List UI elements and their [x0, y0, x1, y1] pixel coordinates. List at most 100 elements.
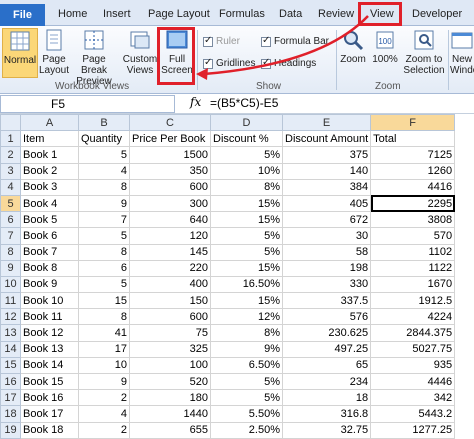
cell[interactable]: 8% — [210, 178, 283, 196]
row-header[interactable]: 13 — [0, 324, 21, 342]
cell[interactable]: 15 — [78, 292, 130, 310]
cell[interactable]: 15% — [210, 211, 283, 229]
cell[interactable]: 8 — [78, 243, 130, 261]
cell[interactable]: 15% — [210, 259, 283, 277]
cell[interactable]: 1500 — [129, 146, 211, 164]
cell[interactable]: 5% — [210, 227, 283, 245]
row-header[interactable]: 8 — [0, 243, 21, 261]
cell[interactable]: Discount % — [210, 130, 283, 148]
cell[interactable]: 5% — [210, 389, 283, 407]
cell[interactable]: 4446 — [370, 372, 456, 391]
cell[interactable]: Book 1 — [20, 146, 79, 164]
cell[interactable]: 220 — [129, 259, 211, 277]
cell[interactable]: 5.50% — [210, 405, 283, 423]
cell[interactable]: Total — [370, 130, 456, 148]
cell[interactable]: 5443.2 — [370, 405, 456, 423]
cell[interactable]: Book 5 — [20, 211, 79, 229]
cell[interactable]: 330 — [281, 275, 372, 294]
row-header[interactable]: 17 — [0, 389, 21, 407]
normal-view-button[interactable]: Normal — [2, 28, 38, 78]
row-header[interactable]: 10 — [0, 275, 21, 294]
column-header[interactable]: C — [129, 113, 211, 132]
tab-insert[interactable]: Insert — [103, 8, 131, 20]
zoom-to-selection-button[interactable]: Zoom to Selection — [403, 28, 445, 76]
cell[interactable]: 234 — [281, 372, 372, 391]
cell[interactable]: 2844.375 — [370, 324, 456, 342]
cell[interactable]: 9% — [210, 340, 283, 358]
cell[interactable]: Quantity — [78, 130, 130, 148]
row-header[interactable]: 9 — [0, 259, 21, 277]
cell[interactable]: Discount Amount — [281, 130, 372, 148]
cell[interactable]: 145 — [129, 243, 211, 261]
cell[interactable]: Book 13 — [20, 340, 79, 358]
cell[interactable]: 672 — [281, 211, 372, 229]
select-all-corner[interactable] — [0, 113, 21, 132]
page-layout-view-button[interactable]: Page Layout — [39, 28, 69, 76]
cell[interactable]: Item — [20, 130, 79, 148]
cell[interactable]: 230.625 — [281, 324, 372, 342]
cell[interactable]: Book 9 — [20, 275, 79, 294]
cell[interactable]: 41 — [78, 324, 130, 342]
cell[interactable]: 1440 — [129, 405, 211, 423]
cell[interactable]: 1670 — [370, 275, 456, 294]
tab-home[interactable]: Home — [58, 8, 87, 20]
cell[interactable]: 30 — [281, 227, 372, 245]
cell[interactable]: 350 — [129, 162, 211, 180]
cell[interactable]: Book 2 — [20, 162, 79, 180]
cell[interactable]: 32.75 — [281, 421, 372, 439]
cell[interactable]: 8% — [210, 324, 283, 342]
row-header[interactable]: 6 — [0, 211, 21, 229]
column-header[interactable]: E — [281, 113, 372, 132]
cell[interactable]: 316.8 — [281, 405, 372, 423]
cell[interactable]: 100 — [129, 356, 211, 375]
cell[interactable]: 2 — [78, 389, 130, 407]
row-header[interactable]: 12 — [0, 308, 21, 326]
row-header[interactable]: 14 — [0, 340, 21, 358]
row-header[interactable]: 1 — [0, 130, 21, 148]
cell[interactable]: 8 — [78, 308, 130, 326]
cell[interactable]: 5% — [210, 243, 283, 261]
tab-page-layout[interactable]: Page Layout — [148, 8, 210, 20]
cell[interactable]: 600 — [129, 308, 211, 326]
cell[interactable]: 4416 — [370, 178, 456, 196]
zoom-100-button[interactable]: 100 100% — [370, 28, 400, 65]
formula-bar-checkbox[interactable]: Formula Bar — [261, 35, 329, 47]
cell[interactable]: 7125 — [370, 146, 456, 164]
row-header[interactable]: 5 — [0, 194, 21, 213]
cell[interactable]: 375 — [281, 146, 372, 164]
cell[interactable]: 58 — [281, 243, 372, 261]
cell[interactable]: 5 — [78, 275, 130, 294]
cell[interactable]: 400 — [129, 275, 211, 294]
cell[interactable]: Book 15 — [20, 372, 79, 391]
cell[interactable]: 5 — [78, 227, 130, 245]
cell[interactable]: 5027.75 — [370, 340, 456, 358]
cell[interactable]: 4 — [78, 405, 130, 423]
cell[interactable]: 1102 — [370, 243, 456, 261]
cell[interactable]: 1912.5 — [370, 292, 456, 310]
cell[interactable]: 405 — [281, 194, 372, 213]
cell[interactable]: 1277.25 — [370, 421, 456, 439]
tab-data[interactable]: Data — [279, 8, 302, 20]
column-header[interactable]: D — [210, 113, 283, 132]
row-header[interactable]: 19 — [0, 421, 21, 439]
cell[interactable]: Book 4 — [20, 194, 79, 213]
cell[interactable]: 65 — [281, 356, 372, 375]
cell[interactable]: 10 — [78, 356, 130, 375]
cell[interactable]: 180 — [129, 389, 211, 407]
cell[interactable]: 15% — [210, 194, 283, 213]
column-header[interactable]: F — [370, 113, 456, 132]
row-header[interactable]: 18 — [0, 405, 21, 423]
ruler-checkbox[interactable]: Ruler — [203, 35, 240, 47]
cell[interactable]: 4224 — [370, 308, 456, 326]
cell[interactable]: 140 — [281, 162, 372, 180]
cell[interactable]: 384 — [281, 178, 372, 196]
cell[interactable]: Book 10 — [20, 292, 79, 310]
cell[interactable]: Book 11 — [20, 308, 79, 326]
cell[interactable]: 576 — [281, 308, 372, 326]
cell[interactable]: 2295 — [370, 194, 456, 213]
cell[interactable]: 6.50% — [210, 356, 283, 375]
cell[interactable]: Book 6 — [20, 227, 79, 245]
cell[interactable]: 655 — [129, 421, 211, 439]
name-box[interactable] — [0, 95, 175, 113]
column-header[interactable]: B — [78, 113, 130, 132]
